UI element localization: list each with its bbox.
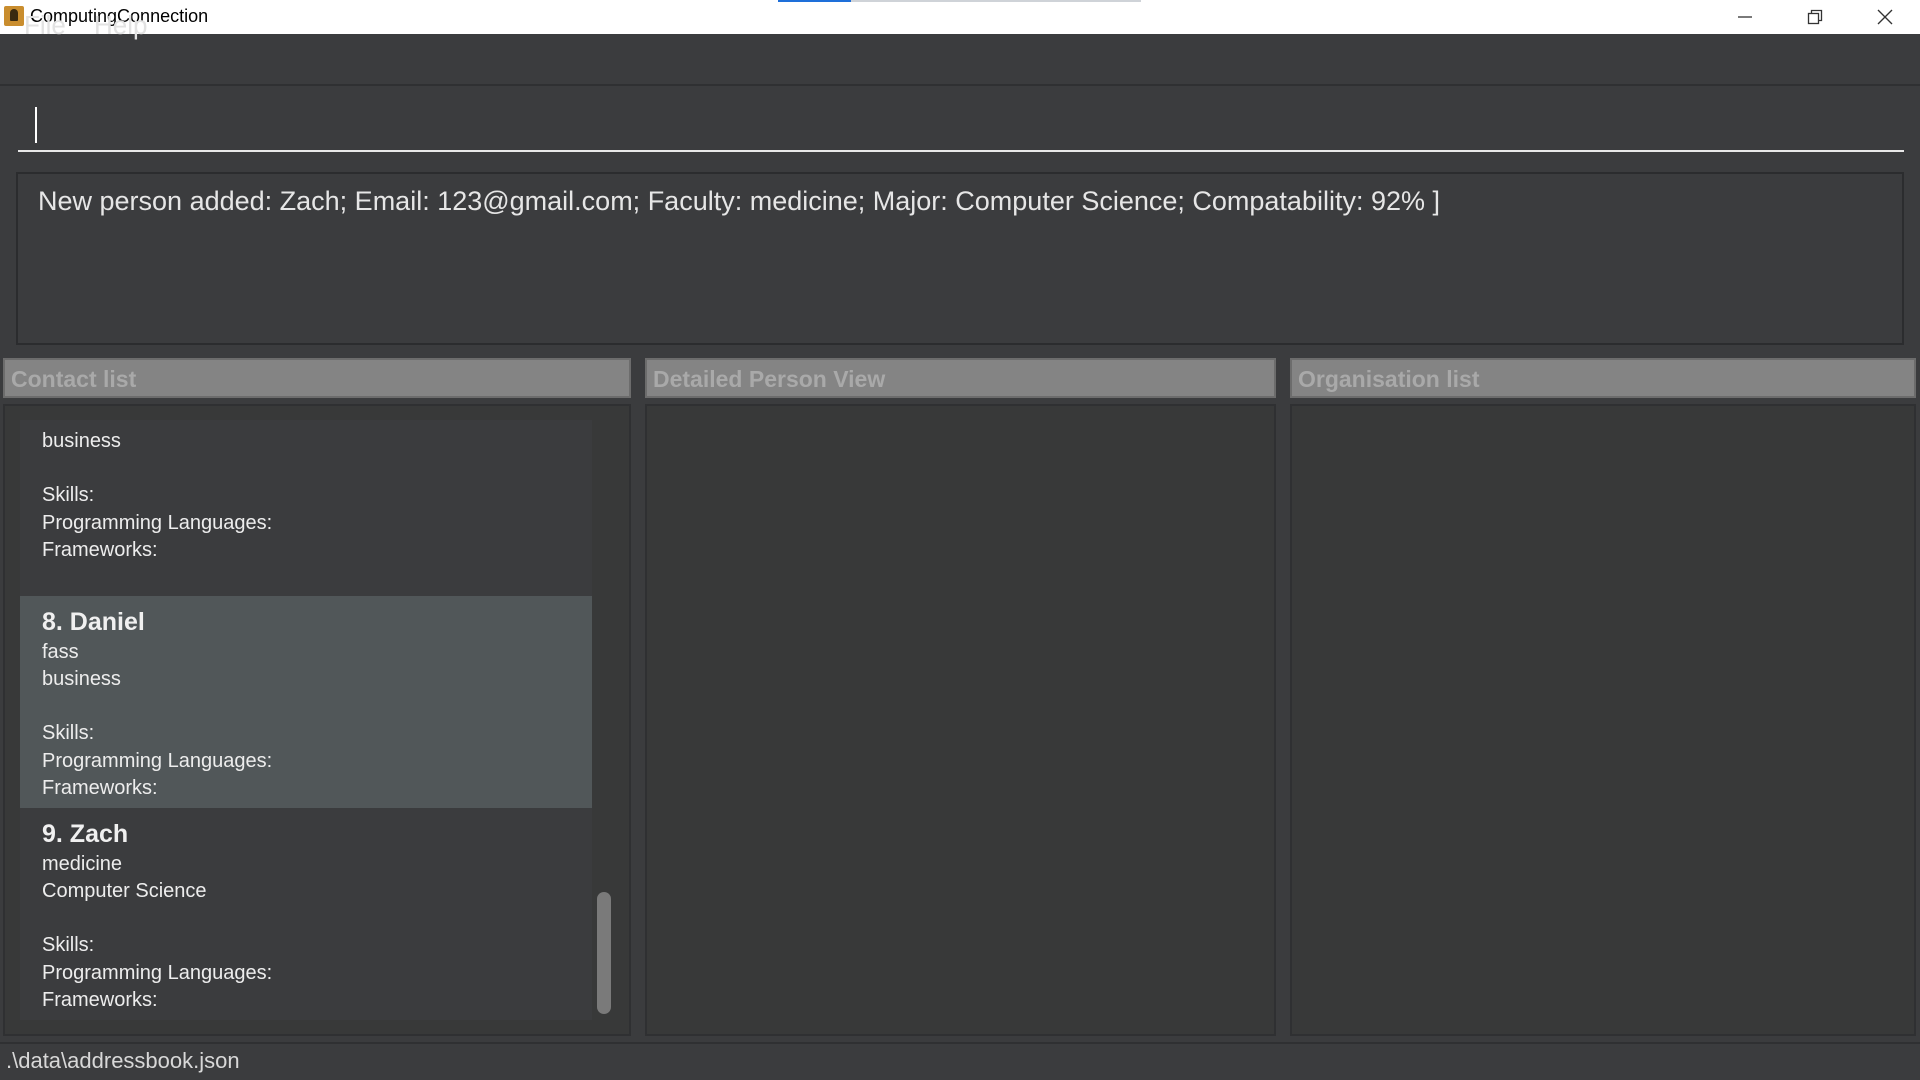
command-box[interactable] (18, 98, 1920, 152)
menu-help[interactable]: Help (94, 10, 147, 41)
result-message: New person added: Zach; Email: 123@gmail… (38, 186, 1441, 216)
title-accent-secondary (851, 0, 1141, 2)
title-bar (0, 0, 1920, 34)
contact-faculty: fass (42, 641, 79, 663)
contact-major: business (42, 430, 121, 452)
organisation-list-header: Organisation list (1290, 358, 1916, 398)
contact-major: Computer Science (42, 880, 207, 902)
close-button[interactable] (1850, 0, 1920, 34)
frameworks-label: Frameworks: (42, 539, 158, 561)
frameworks-label: Frameworks: (42, 777, 158, 799)
app-icon (4, 6, 24, 26)
minimize-button[interactable] (1710, 0, 1780, 34)
status-bar: .\data\addressbook.json (0, 1042, 1920, 1080)
result-display: New person added: Zach; Email: 123@gmail… (16, 172, 1904, 345)
programming-languages-label: Programming Languages: (42, 512, 273, 534)
close-icon (1877, 9, 1893, 25)
list-item[interactable]: 8. Daniel fass business Skills: Programm… (20, 596, 592, 808)
contact-list[interactable]: fass business Skills: Programming Langua… (20, 420, 592, 1020)
restore-icon (1807, 9, 1823, 25)
frameworks-label: Frameworks: (42, 989, 158, 1011)
organisation-list-panel (1290, 404, 1916, 1036)
command-input[interactable] (18, 98, 1920, 152)
detail-view-header: Detailed Person View (645, 358, 1276, 398)
minimize-icon (1738, 16, 1752, 18)
contact-faculty: fass (42, 420, 79, 426)
save-location-path: .\data\addressbook.json (6, 1048, 240, 1073)
skills-label: Skills: (42, 484, 95, 506)
programming-languages-label: Programming Languages: (42, 750, 273, 772)
menu-bar (0, 34, 1920, 86)
menu-file[interactable]: File (24, 10, 66, 41)
skills-label: Skills: (42, 722, 95, 744)
list-item[interactable]: fass business Skills: Programming Langua… (20, 420, 592, 570)
list-item[interactable]: 9. Zach medicine Computer Science Skills… (20, 808, 592, 1020)
contact-name: 9. Zach (42, 820, 129, 848)
scrollbar-thumb[interactable] (597, 892, 611, 1014)
contact-list-header: Contact list (3, 358, 631, 398)
contact-faculty: medicine (42, 853, 123, 875)
restore-button[interactable] (1780, 0, 1850, 34)
skills-label: Skills: (42, 934, 95, 956)
programming-languages-label: Programming Languages: (42, 962, 273, 984)
contact-name: 8. Daniel (42, 608, 145, 636)
text-caret (35, 107, 37, 143)
title-accent (778, 0, 851, 2)
contact-major: business (42, 668, 121, 690)
detailed-person-view (645, 404, 1276, 1036)
